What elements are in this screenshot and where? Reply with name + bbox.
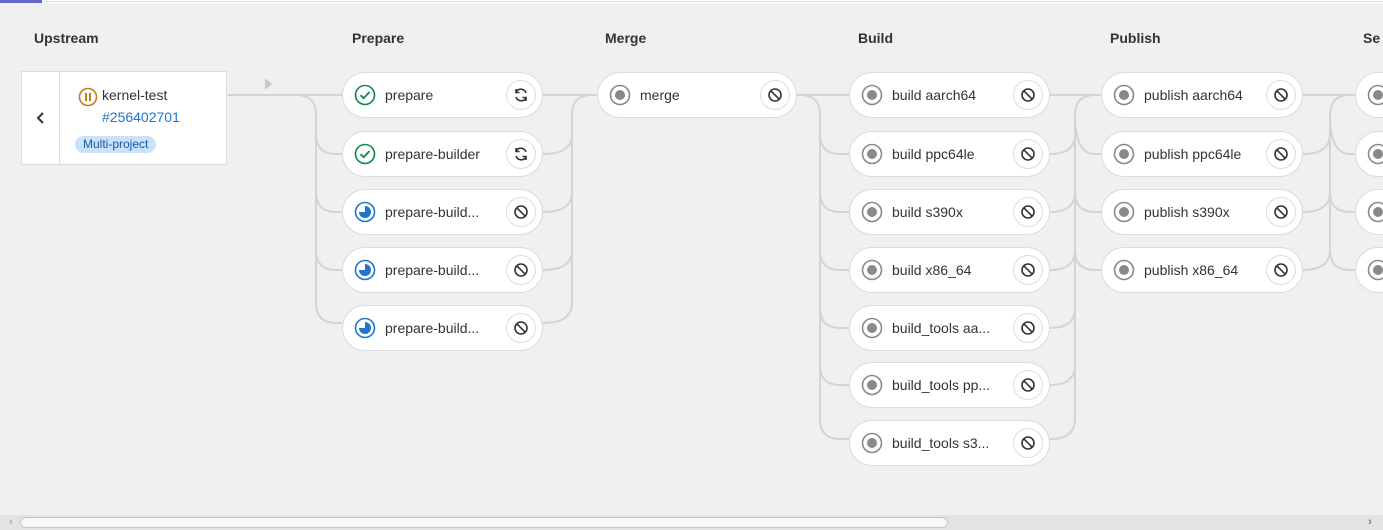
cancel-icon (1274, 263, 1288, 277)
job-publish-aarch64[interactable]: publish aarch64 (1101, 72, 1303, 118)
running-icon (353, 258, 377, 282)
created-icon (1366, 258, 1383, 282)
created-icon (1112, 258, 1136, 282)
cancel-icon (1021, 205, 1035, 219)
job-prepare[interactable]: prepare (342, 72, 543, 118)
cancel-icon (1021, 378, 1035, 392)
job-merge[interactable]: merge (597, 72, 797, 118)
cancel-button[interactable] (1266, 139, 1296, 169)
upstream-pipeline-link[interactable]: #256402701 (102, 109, 180, 125)
cancel-button[interactable] (1013, 370, 1043, 400)
collapse-upstream-button[interactable] (22, 72, 60, 164)
created-icon (860, 316, 884, 340)
job-publish-s390x[interactable]: publish s390x (1101, 189, 1303, 235)
retry-icon (515, 88, 527, 102)
cancel-button[interactable] (506, 255, 536, 285)
cancel-button[interactable] (506, 313, 536, 343)
job-prepare-build-1[interactable]: prepare-build... (342, 189, 543, 235)
cancel-icon (1274, 88, 1288, 102)
cancel-button[interactable] (506, 197, 536, 227)
cancel-icon (1274, 205, 1288, 219)
stage-header-upstream: Upstream (34, 30, 99, 46)
retry-button[interactable] (506, 139, 536, 169)
success-icon (353, 83, 377, 107)
created-icon (1366, 83, 1383, 107)
cancel-icon (1021, 263, 1035, 277)
cancel-button[interactable] (1013, 197, 1043, 227)
scrollbar-thumb[interactable] (20, 517, 948, 528)
cancel-icon (768, 88, 782, 102)
stage-header-merge: Merge (605, 30, 647, 46)
cancel-icon (1021, 321, 1035, 335)
retry-button[interactable] (506, 80, 536, 110)
cancel-button[interactable] (1266, 80, 1296, 110)
success-icon (353, 142, 377, 166)
job-build-s390x[interactable]: build s390x (849, 189, 1050, 235)
created-icon (1366, 200, 1383, 224)
stage-header-prepare: Prepare (352, 30, 405, 46)
running-icon (353, 316, 377, 340)
cancel-icon (514, 321, 528, 335)
job-build-x86-64[interactable]: build x86_64 (849, 247, 1050, 293)
cancel-button[interactable] (1013, 80, 1043, 110)
job-build-tools-ppc64le[interactable]: build_tools pp... (849, 362, 1050, 408)
cancel-button[interactable] (1013, 313, 1043, 343)
stage-header-publish: Publish (1110, 30, 1161, 46)
job-build-tools-aarch64[interactable]: build_tools aa... (849, 305, 1050, 351)
created-icon (860, 142, 884, 166)
pipeline-graph: Upstream Prepare Merge Build Publish Se … (0, 3, 1383, 515)
pause-icon (78, 87, 98, 107)
stage-header-next: Se (1363, 30, 1381, 46)
created-icon (1112, 142, 1136, 166)
job-build-ppc64le[interactable]: build ppc64le (849, 131, 1050, 177)
multi-project-badge: Multi-project (75, 136, 157, 153)
created-icon (860, 373, 884, 397)
cancel-icon (1274, 147, 1288, 161)
running-icon (353, 200, 377, 224)
created-icon (860, 200, 884, 224)
job-build-aarch64[interactable]: build aarch64 (849, 72, 1050, 118)
job-build-tools-s390x[interactable]: build_tools s3... (849, 420, 1050, 466)
cancel-icon (1021, 88, 1035, 102)
horizontal-scrollbar[interactable]: ‹ › (0, 515, 1383, 530)
created-icon (1112, 200, 1136, 224)
cancel-icon (1021, 436, 1035, 450)
scroll-right-arrow-icon[interactable]: › (1363, 515, 1377, 530)
cancel-button[interactable] (1266, 255, 1296, 285)
cancel-button[interactable] (1013, 428, 1043, 458)
job-prepare-build-2[interactable]: prepare-build... (342, 247, 543, 293)
created-icon (860, 83, 884, 107)
cancel-icon (514, 263, 528, 277)
cancel-button[interactable] (760, 80, 790, 110)
upstream-project-name: kernel-test (102, 87, 168, 103)
triangle-right-icon (265, 78, 272, 90)
cancel-button[interactable] (1266, 197, 1296, 227)
cancel-button[interactable] (1013, 139, 1043, 169)
created-icon (1366, 142, 1383, 166)
retry-icon (515, 147, 527, 161)
cancel-icon (1021, 147, 1035, 161)
cancel-icon (514, 205, 528, 219)
scroll-left-arrow-icon[interactable]: ‹ (4, 515, 18, 530)
created-icon (608, 83, 632, 107)
tabs-border (42, 1, 1383, 2)
job-prepare-builder[interactable]: prepare-builder (342, 131, 543, 177)
chevron-left-icon (36, 112, 44, 124)
created-icon (860, 431, 884, 455)
upstream-pipeline-card[interactable]: kernel-test #256402701 Multi-project (21, 71, 227, 165)
created-icon (1112, 83, 1136, 107)
stage-header-build: Build (858, 30, 893, 46)
job-publish-x86-64[interactable]: publish x86_64 (1101, 247, 1303, 293)
job-prepare-build-3[interactable]: prepare-build... (342, 305, 543, 351)
created-icon (860, 258, 884, 282)
job-publish-ppc64le[interactable]: publish ppc64le (1101, 131, 1303, 177)
cancel-button[interactable] (1013, 255, 1043, 285)
